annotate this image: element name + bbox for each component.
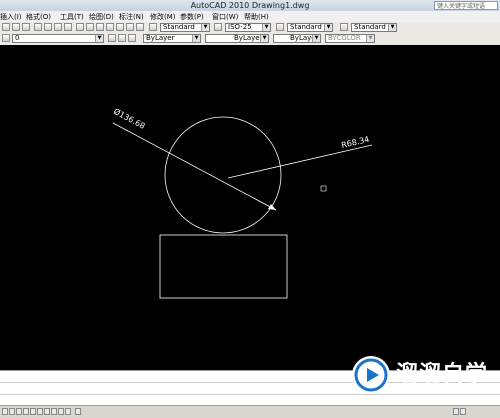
zoom-realtime-icon[interactable]: [44, 23, 52, 31]
window-title: AutoCAD 2010 Drawing1.dwg: [190, 1, 310, 10]
menu-format[interactable]: 格式(O): [26, 12, 51, 22]
color-value: ByLayer: [146, 34, 175, 42]
play-icon: [354, 358, 388, 392]
plot-style-value: BYCOLOR: [328, 34, 361, 42]
dim-style-icon: [214, 23, 222, 31]
table-style-value: Standard: [290, 23, 322, 31]
markup-icon[interactable]: [116, 23, 124, 31]
help-icon[interactable]: [136, 23, 144, 31]
object-snap-tracking-icon[interactable]: [37, 408, 43, 415]
diameter-arrowhead: [268, 204, 276, 210]
snap-mode-icon[interactable]: [2, 408, 8, 415]
status-tray-icon[interactable]: [460, 408, 466, 415]
dynamic-ucs-icon[interactable]: [44, 408, 50, 415]
object-snap-icon[interactable]: [30, 408, 36, 415]
lineweight-display-icon[interactable]: [58, 408, 64, 415]
color-select[interactable]: ByLayer ▼: [143, 34, 201, 43]
text-style-icon: [149, 23, 157, 31]
dim-style-select[interactable]: ISO-25 ▼: [225, 23, 271, 32]
layer-properties-icon[interactable]: [108, 34, 116, 42]
calculator-icon[interactable]: [126, 23, 134, 31]
watermark-logo-icon: [352, 356, 390, 394]
table-style-select[interactable]: Standard ▼: [287, 23, 333, 32]
chevron-down-icon: ▼: [260, 35, 268, 42]
dynamic-input-icon[interactable]: [51, 408, 57, 415]
menu-help[interactable]: 帮助(H): [244, 12, 269, 22]
layer-value: 0: [15, 34, 20, 42]
plot-style-select[interactable]: BYCOLOR ▼: [325, 34, 375, 43]
ortho-mode-icon[interactable]: [16, 408, 22, 415]
radius-dimension-line[interactable]: [227, 144, 373, 179]
save-icon[interactable]: [2, 23, 10, 31]
table-style-icon: [276, 23, 284, 31]
rectangle-entity[interactable]: [159, 234, 288, 299]
chevron-down-icon: ▼: [262, 24, 270, 31]
menu-window[interactable]: 窗口(W): [212, 12, 238, 22]
quick-properties-icon[interactable]: [65, 408, 71, 415]
chevron-down-icon: ▼: [388, 24, 396, 31]
sheet-set-icon[interactable]: [106, 23, 114, 31]
menu-tools[interactable]: 工具(T): [60, 12, 84, 22]
properties-icon[interactable]: [76, 23, 84, 31]
menu-draw[interactable]: 绘图(D): [89, 12, 114, 22]
chevron-down-icon: ▼: [366, 35, 374, 42]
chevron-down-icon: ▼: [324, 24, 332, 31]
zoom-window-icon[interactable]: [54, 23, 62, 31]
chevron-down-icon: ▼: [95, 35, 103, 42]
drawing-canvas[interactable]: Ø136.68 R68.34: [0, 45, 500, 370]
make-current-icon[interactable]: [118, 34, 126, 42]
diameter-dimension-text[interactable]: Ø136.68: [112, 106, 147, 131]
menu-modify[interactable]: 修改(M): [150, 12, 176, 22]
chevron-down-icon: ▼: [192, 35, 200, 42]
lineweight-select[interactable]: ByLayer ▼: [273, 34, 321, 43]
text-style-value: Standard: [163, 23, 195, 31]
title-bar: AutoCAD 2010 Drawing1.dwg 键入关键字或短语: [0, 0, 500, 11]
pan-icon[interactable]: [34, 23, 42, 31]
help-search-input[interactable]: 键入关键字或短语: [434, 1, 498, 10]
multileader-style-icon: [340, 23, 348, 31]
menu-dimension[interactable]: 标注(N): [119, 12, 144, 22]
layer-previous-icon[interactable]: [128, 34, 136, 42]
watermark: 溜溜自学 ZIXUE.3D66.COM: [350, 350, 490, 405]
polar-tracking-icon[interactable]: [23, 408, 29, 415]
circle-entity[interactable]: [164, 116, 282, 234]
toolbar-lock-icon[interactable]: [453, 408, 459, 415]
radius-dimension-text[interactable]: R68.34: [340, 135, 370, 150]
model-space-icon[interactable]: [75, 408, 81, 415]
chevron-down-icon: ▼: [312, 35, 320, 42]
design-center-icon[interactable]: [86, 23, 94, 31]
chevron-down-icon: ▼: [201, 24, 209, 31]
watermark-url: ZIXUE.3D66.COM: [399, 384, 492, 394]
status-bar: [0, 405, 500, 418]
cursor-pickbox: [320, 185, 327, 192]
redo-icon[interactable]: [22, 23, 30, 31]
diameter-dimension-line[interactable]: [112, 122, 277, 211]
grid-display-icon[interactable]: [9, 408, 15, 415]
linetype-select[interactable]: ByLayer ▼: [205, 34, 269, 43]
drawing-svg[interactable]: Ø136.68 R68.34: [0, 45, 500, 370]
multileader-style-value: Standard: [354, 23, 386, 31]
lightbulb-icon[interactable]: [2, 34, 10, 42]
menu-insert[interactable]: 插入(I): [0, 12, 22, 22]
tool-palettes-icon[interactable]: [96, 23, 104, 31]
layer-select[interactable]: 0 ▼: [12, 34, 104, 43]
text-style-select[interactable]: Standard ▼: [160, 23, 210, 32]
menu-parametric[interactable]: 参数(P): [180, 12, 204, 22]
undo-icon[interactable]: [12, 23, 20, 31]
zoom-previous-icon[interactable]: [64, 23, 72, 31]
dim-style-value: ISO-25: [228, 23, 252, 31]
linetype-value: ByLayer: [234, 34, 263, 42]
multileader-style-select[interactable]: Standard ▼: [351, 23, 397, 32]
